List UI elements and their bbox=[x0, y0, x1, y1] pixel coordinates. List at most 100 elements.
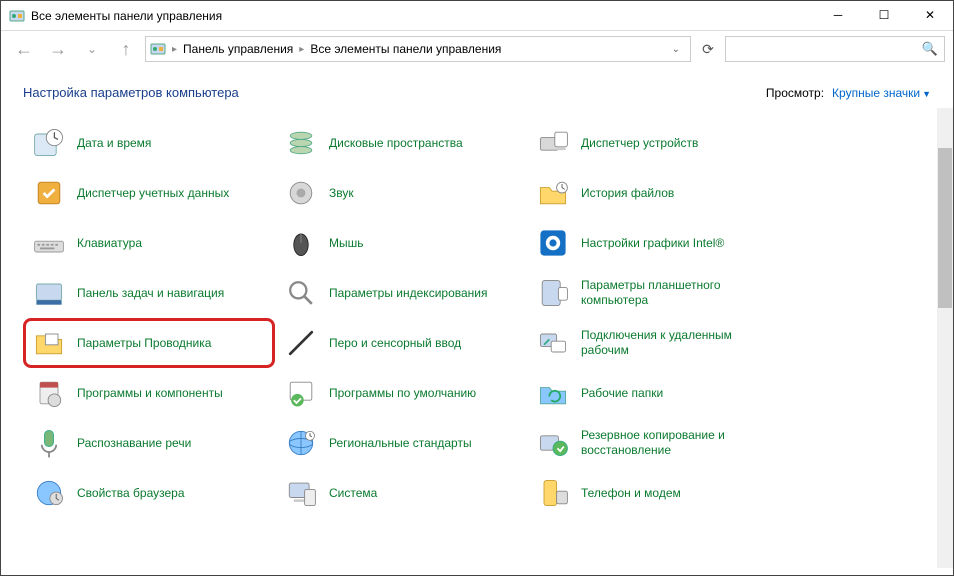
cpl-item-globe[interactable]: Региональные стандарты bbox=[275, 418, 527, 468]
breadcrumb[interactable]: ▸ Панель управления ▸ Все элементы панел… bbox=[145, 36, 691, 62]
item-label: Дисковые пространства bbox=[329, 136, 463, 151]
cpl-item-sync[interactable]: Рабочие папки bbox=[527, 368, 779, 418]
intel-icon bbox=[533, 223, 573, 263]
item-label: Программы по умолчанию bbox=[329, 386, 476, 401]
view-label: Просмотр: bbox=[766, 86, 824, 100]
defaults-icon bbox=[281, 373, 321, 413]
check-icon bbox=[29, 173, 69, 213]
item-label: Диспетчер устройств bbox=[581, 136, 698, 151]
search-box[interactable]: 🔍 bbox=[725, 36, 945, 62]
item-label: Параметры индексирования bbox=[329, 286, 487, 301]
control-panel-icon bbox=[9, 8, 25, 24]
scrollbar-thumb[interactable] bbox=[938, 148, 952, 308]
item-label: Программы и компоненты bbox=[77, 386, 223, 401]
item-label: Телефон и модем bbox=[581, 486, 681, 501]
cpl-item-folder[interactable]: История файлов bbox=[527, 168, 779, 218]
item-label: Резервное копирование и восстановление bbox=[581, 428, 761, 458]
tablet-icon bbox=[533, 273, 573, 313]
remote-icon bbox=[533, 323, 573, 363]
item-label: Панель задач и навигация bbox=[77, 286, 224, 301]
navbar: ← → ⌄ ↑ ▸ Панель управления ▸ Все элемен… bbox=[1, 31, 953, 67]
item-label: Настройки графики Intel® bbox=[581, 236, 724, 251]
cpl-item-speaker[interactable]: Звук bbox=[275, 168, 527, 218]
cpl-item-backup[interactable]: Резервное копирование и восстановление bbox=[527, 418, 779, 468]
programs-icon bbox=[29, 373, 69, 413]
explorer-icon bbox=[29, 323, 69, 363]
cpl-item-taskbar[interactable]: Панель задач и навигация bbox=[23, 268, 275, 318]
mouse-icon bbox=[281, 223, 321, 263]
breadcrumb-item[interactable]: Все элементы панели управления bbox=[306, 42, 505, 56]
forward-button[interactable]: → bbox=[43, 35, 73, 63]
search-icon: 🔍 bbox=[922, 41, 938, 57]
cpl-item-clock[interactable]: Дата и время bbox=[23, 118, 275, 168]
cpl-item-keyboard[interactable]: Клавиатура bbox=[23, 218, 275, 268]
item-label: Региональные стандарты bbox=[329, 436, 472, 451]
cpl-item-devmgr[interactable]: Диспетчер устройств bbox=[527, 118, 779, 168]
item-label: Свойства браузера bbox=[77, 486, 185, 501]
globe-icon bbox=[281, 423, 321, 463]
breadcrumb-dropdown[interactable]: ⌄ bbox=[666, 44, 686, 55]
chevron-right-icon[interactable]: ▸ bbox=[297, 44, 306, 55]
item-label: Мышь bbox=[329, 236, 364, 251]
clock-icon bbox=[29, 123, 69, 163]
cpl-item-defaults[interactable]: Программы по умолчанию bbox=[275, 368, 527, 418]
item-label: Дата и время bbox=[77, 136, 151, 151]
refresh-button[interactable]: ⟳ bbox=[695, 36, 721, 62]
pen-icon bbox=[281, 323, 321, 363]
item-label: Система bbox=[329, 486, 377, 501]
item-label: История файлов bbox=[581, 186, 674, 201]
item-label: Диспетчер учетных данных bbox=[77, 186, 229, 201]
cpl-item-mouse[interactable]: Мышь bbox=[275, 218, 527, 268]
titlebar: Все элементы панели управления ─ ☐ ✕ bbox=[1, 1, 953, 31]
cpl-item-disks[interactable]: Дисковые пространства bbox=[275, 118, 527, 168]
up-button[interactable]: ↑ bbox=[111, 35, 141, 63]
cpl-item-tablet[interactable]: Параметры планшетного компьютера bbox=[527, 268, 779, 318]
cpl-item-phone[interactable]: Телефон и модем bbox=[527, 468, 779, 518]
cpl-item-index[interactable]: Параметры индексирования bbox=[275, 268, 527, 318]
cpl-item-remote[interactable]: Подключения к удаленным рабочим bbox=[527, 318, 779, 368]
search-input[interactable] bbox=[732, 42, 922, 56]
back-button[interactable]: ← bbox=[9, 35, 39, 63]
maximize-button[interactable]: ☐ bbox=[861, 1, 907, 31]
item-label: Параметры планшетного компьютера bbox=[581, 278, 761, 308]
cpl-item-system[interactable]: Система bbox=[275, 468, 527, 518]
items-grid: Дата и время Дисковые пространства Диспетч… bbox=[1, 108, 953, 568]
item-label: Перо и сенсорный ввод bbox=[329, 336, 461, 351]
cpl-item-pen[interactable]: Перо и сенсорный ввод bbox=[275, 318, 527, 368]
item-label: Подключения к удаленным рабочим bbox=[581, 328, 761, 358]
browser-icon bbox=[29, 473, 69, 513]
mic-icon bbox=[29, 423, 69, 463]
item-label: Звук bbox=[329, 186, 354, 201]
item-label: Распознавание речи bbox=[77, 436, 191, 451]
sync-icon bbox=[533, 373, 573, 413]
cpl-item-browser[interactable]: Свойства браузера bbox=[23, 468, 275, 518]
page-title: Настройка параметров компьютера bbox=[23, 85, 239, 100]
view-mode-dropdown[interactable]: Крупные значки▼ bbox=[832, 86, 931, 100]
minimize-button[interactable]: ─ bbox=[815, 1, 861, 31]
window-title: Все элементы панели управления bbox=[31, 9, 815, 23]
content-header: Настройка параметров компьютера Просмотр… bbox=[1, 67, 953, 108]
system-icon bbox=[281, 473, 321, 513]
control-panel-icon bbox=[150, 41, 166, 57]
chevron-right-icon[interactable]: ▸ bbox=[170, 44, 179, 55]
breadcrumb-item[interactable]: Панель управления bbox=[179, 42, 297, 56]
backup-icon bbox=[533, 423, 573, 463]
cpl-item-check[interactable]: Диспетчер учетных данных bbox=[23, 168, 275, 218]
taskbar-icon bbox=[29, 273, 69, 313]
item-label: Рабочие папки bbox=[581, 386, 663, 401]
keyboard-icon bbox=[29, 223, 69, 263]
close-button[interactable]: ✕ bbox=[907, 1, 953, 31]
cpl-item-explorer[interactable]: Параметры Проводника bbox=[23, 318, 275, 368]
cpl-item-mic[interactable]: Распознавание речи bbox=[23, 418, 275, 468]
folder-icon bbox=[533, 173, 573, 213]
speaker-icon bbox=[281, 173, 321, 213]
index-icon bbox=[281, 273, 321, 313]
disks-icon bbox=[281, 123, 321, 163]
history-dropdown[interactable]: ⌄ bbox=[77, 35, 107, 63]
cpl-item-programs[interactable]: Программы и компоненты bbox=[23, 368, 275, 418]
phone-icon bbox=[533, 473, 573, 513]
cpl-item-intel[interactable]: Настройки графики Intel® bbox=[527, 218, 779, 268]
devmgr-icon bbox=[533, 123, 573, 163]
item-label: Клавиатура bbox=[77, 236, 142, 251]
item-label: Параметры Проводника bbox=[77, 336, 211, 351]
